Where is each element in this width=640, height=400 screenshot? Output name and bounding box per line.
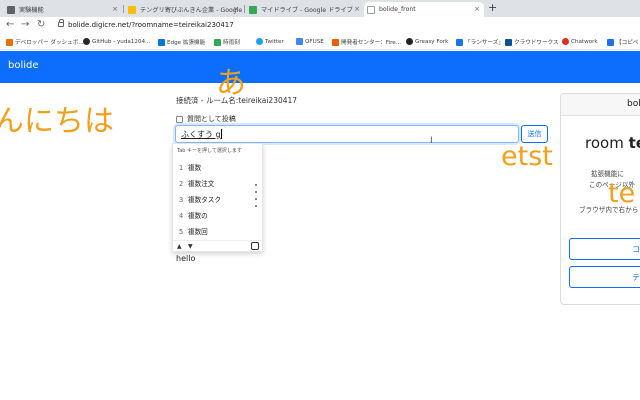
- card-text: 拡張機能に: [591, 170, 624, 178]
- text-cursor-icon: I: [430, 136, 433, 146]
- tab-google-slides[interactable]: テングリ寄びぶんきん企業 - Google ×: [125, 2, 243, 17]
- app-brand[interactable]: bolide: [8, 60, 39, 71]
- overlay-text: te: [608, 178, 636, 209]
- text-caret: [221, 129, 222, 139]
- tab-bolide-front[interactable]: bolide_front ×: [364, 2, 484, 17]
- next-page-icon[interactable]: ▼: [188, 243, 193, 250]
- bookmark-item[interactable]: OFUSE: [296, 38, 324, 45]
- firefox-icon: [332, 38, 339, 46]
- bookmark-item[interactable]: Edge 拡張機能: [158, 38, 205, 46]
- close-icon[interactable]: ×: [354, 5, 360, 13]
- back-icon[interactable]: ←: [6, 19, 14, 30]
- room-title: room te: [585, 134, 640, 152]
- bookmarks-bar: デベロッパー ダッシュボ... GitHub - yuda1204... Edg…: [0, 35, 640, 50]
- bookmark-icon: [214, 38, 221, 46]
- close-icon[interactable]: ×: [233, 5, 239, 13]
- ime-candidate[interactable]: 4 複数の: [179, 210, 208, 220]
- bookmark-label: 【コピペ: [616, 40, 639, 46]
- drive-icon: [249, 5, 257, 14]
- question-checkbox[interactable]: [176, 115, 183, 123]
- bookmark-icon: [505, 38, 512, 46]
- close-icon[interactable]: ×: [474, 5, 480, 13]
- anonymous-question-toggle[interactable]: 質問として投稿: [176, 114, 236, 124]
- ime-candidate[interactable]: 2 複数注文: [179, 178, 214, 188]
- bookmark-icon: [607, 38, 614, 46]
- bookmark-item[interactable]: クラウドワークス: [505, 38, 559, 46]
- bookmark-label: 開発者センター：Fire...: [341, 40, 402, 46]
- ime-footer: ▲ ▼: [173, 240, 262, 252]
- ime-candidate[interactable]: 5 複数回: [179, 226, 208, 236]
- bookmark-label: Chatwork: [571, 38, 598, 45]
- bookmark-label: Edge 拡張機能: [167, 40, 206, 46]
- bookmark-label: OFUSE: [305, 38, 324, 45]
- card-header: bolic: [561, 94, 640, 116]
- bookmark-item[interactable]: デベロッパー ダッシュボ...: [6, 38, 84, 46]
- bookmark-item[interactable]: 開発者センター：Fire...: [332, 38, 401, 46]
- message-input-value: ふくすう g: [181, 130, 221, 139]
- new-tab-button[interactable]: +: [488, 1, 497, 14]
- url-text: bolide.digicre.net/?roomname=teireikai23…: [68, 21, 234, 29]
- github-icon: [83, 38, 90, 45]
- bookmark-item[interactable]: Chatwork: [562, 38, 598, 45]
- bookmark-label: Greasy Fork: [415, 38, 449, 45]
- bookmark-item[interactable]: 「ランサーズ」: [456, 38, 504, 46]
- chatwork-icon: [562, 38, 569, 45]
- greasyfork-icon: [406, 38, 413, 45]
- bookmark-item[interactable]: Greasy Fork: [406, 38, 448, 45]
- browser-tab-strip: 実験機能 × テングリ寄びぶんきん企業 - Google × マイドライブ - …: [0, 0, 640, 17]
- page-icon: [367, 5, 375, 14]
- address-bar[interactable]: bolide.digicre.net/?roomname=teireikai23…: [52, 19, 640, 33]
- bookmark-label: クラウドワークス: [514, 40, 559, 46]
- tab-title: bolide_front: [379, 6, 416, 13]
- forward-icon[interactable]: →: [21, 19, 29, 30]
- ime-scroll-indicator[interactable]: [255, 184, 258, 212]
- close-icon[interactable]: ×: [112, 5, 118, 13]
- slides-icon: [128, 5, 136, 14]
- bookmark-item[interactable]: Twitter: [256, 38, 284, 45]
- ime-candidate[interactable]: 3 複数タスク: [179, 194, 221, 204]
- overlay-text: etst: [501, 141, 553, 172]
- tab-title: マイドライブ - Google ドライブ: [261, 7, 353, 14]
- ime-candidate-window: Tab キーを押して選択します 1 複数 2 複数注文 3 複数タスク 4 複数の 5複…: [172, 143, 263, 252]
- bookmark-label: 「ランサーズ」: [465, 40, 504, 46]
- bookmark-label: デベロッパー ダッシュボ...: [15, 40, 84, 46]
- tab-title: テングリ寄びぶんきん企業 - Google: [140, 7, 243, 14]
- app-navbar: bolide: [0, 51, 640, 83]
- edge-icon: [158, 38, 165, 46]
- bookmark-item[interactable]: 時雨刻: [214, 38, 240, 46]
- experiments-icon: [7, 5, 15, 14]
- message-input[interactable]: ふくすう g: [175, 125, 519, 143]
- bookmark-icon: [296, 38, 303, 45]
- expand-icon[interactable]: [251, 242, 259, 250]
- bookmark-icon: [6, 38, 13, 46]
- tab-google-drive[interactable]: マイドライブ - Google ドライブ ×: [246, 2, 364, 17]
- prev-page-icon[interactable]: ▲: [177, 243, 182, 250]
- card-primary-button[interactable]: コ: [569, 238, 640, 260]
- message-item: hello: [176, 254, 196, 263]
- bookmark-label: GitHub - yuda1204...: [92, 38, 151, 45]
- question-checkbox-label: 質問として投稿: [187, 115, 236, 123]
- ime-hint: Tab キーを押して選択します: [177, 148, 242, 154]
- bookmark-item[interactable]: 【コピペ: [607, 38, 638, 46]
- overlay-text: あ: [216, 66, 246, 101]
- bookmark-item[interactable]: GitHub - yuda1204...: [83, 38, 150, 45]
- bookmark-label: 時雨刻: [223, 40, 240, 46]
- lock-icon[interactable]: [58, 19, 64, 27]
- browser-toolbar: ← → ↻ bolide.digicre.net/?roomname=teire…: [0, 17, 640, 35]
- ime-candidate[interactable]: 1 複数: [179, 162, 201, 172]
- tab-title: 実験機能: [19, 7, 44, 14]
- bookmark-icon: [456, 38, 463, 46]
- bookmark-label: Twitter: [265, 38, 284, 45]
- card-secondary-button[interactable]: テ: [569, 266, 640, 288]
- overlay-text: んにちは: [0, 104, 114, 139]
- tab-experiments[interactable]: 実験機能 ×: [4, 2, 122, 17]
- twitter-icon: [256, 38, 263, 45]
- reload-icon[interactable]: ↻: [37, 19, 45, 30]
